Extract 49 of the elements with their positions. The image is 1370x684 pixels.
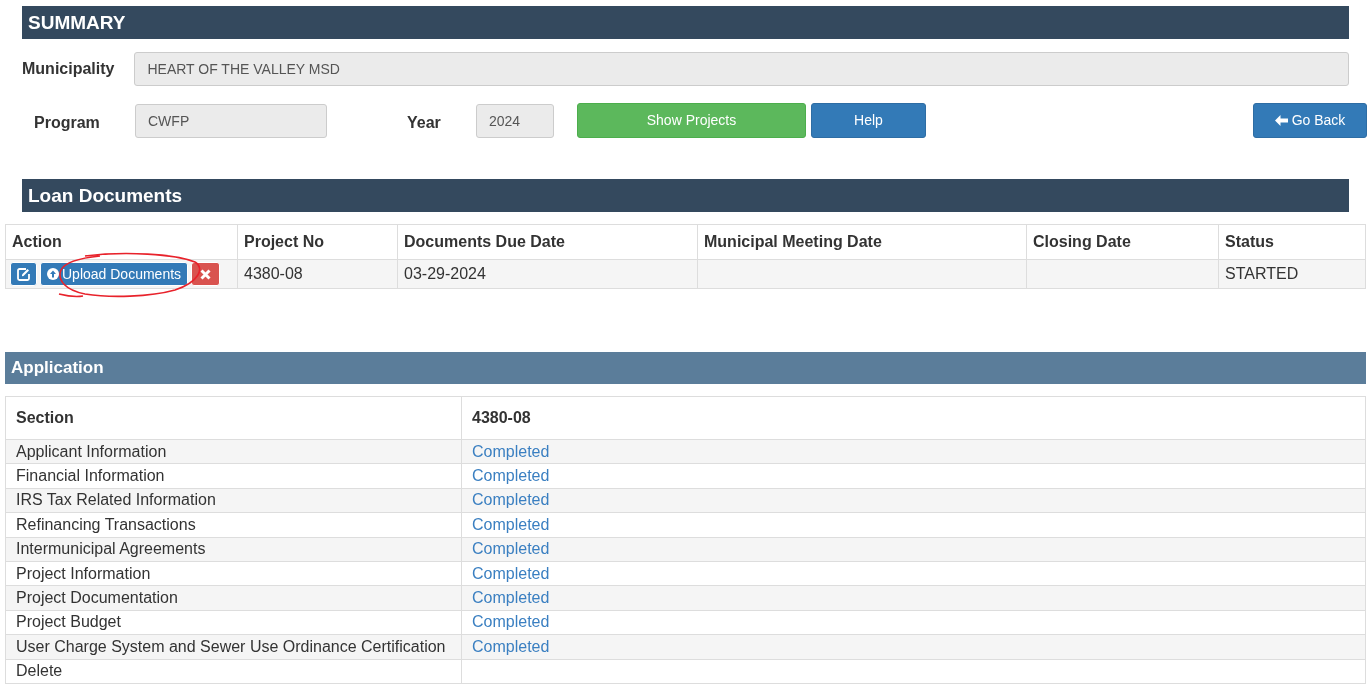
edit-icon <box>17 267 30 281</box>
text-field[interactable]: CWFP <box>135 103 327 138</box>
table-cell: Applicant Information <box>5 439 462 464</box>
table-cell: 03-29-2024 <box>397 259 698 289</box>
table-cell: Financial Information <box>5 463 462 489</box>
column-header: Action <box>5 224 238 260</box>
status-link[interactable]: Completed <box>472 467 550 485</box>
table-cell: Project Budget <box>5 610 462 635</box>
table-cell: IRS Tax Related Information <box>5 488 462 513</box>
table-cell: User Charge System and Sewer Use Ordinance Certification <box>5 634 462 659</box>
column-header: Municipal Meeting Date <box>697 224 1027 260</box>
text-field[interactable]: 2024 <box>476 103 554 138</box>
status-link[interactable]: Completed <box>472 589 550 607</box>
table-cell: Intermunicipal Agreements <box>5 537 462 562</box>
field-label: Program <box>34 112 101 133</box>
table-cell: Delete <box>5 659 462 684</box>
status-link[interactable]: Completed <box>472 491 550 509</box>
section-header: SUMMARY <box>22 6 1349 39</box>
arrow-left-icon <box>1274 115 1288 126</box>
table-cell: Refinancing Transactions <box>5 512 462 538</box>
table-cell: Project Information <box>5 561 462 586</box>
back-button[interactable]: Go Back <box>1253 103 1367 138</box>
table-cell: 4380-08 <box>237 259 398 289</box>
column-header: 4380-08 <box>461 396 1366 440</box>
field-label: Municipality <box>22 59 115 79</box>
upload-icon <box>47 268 59 280</box>
column-header: Status <box>1218 224 1366 260</box>
text-field[interactable]: HEART OF THE VALLEY MSD <box>134 52 1349 86</box>
action-button[interactable]: Show Projects <box>577 103 806 138</box>
column-header: Closing Date <box>1026 224 1219 260</box>
close-icon <box>200 268 212 280</box>
table-cell: STARTED <box>1218 259 1366 289</box>
section-header: Application <box>5 352 1366 384</box>
status-link[interactable]: Completed <box>472 564 550 582</box>
table-cell: Project Documentation <box>5 585 462 611</box>
field-label: Year <box>407 112 442 133</box>
edit-button[interactable] <box>10 262 37 286</box>
status-link[interactable]: Completed <box>472 442 550 460</box>
column-header: Project No <box>237 224 398 260</box>
status-link[interactable]: Completed <box>472 613 550 631</box>
section-header: Loan Documents <box>22 179 1349 212</box>
upload-button[interactable]: Upload Documents <box>40 262 189 286</box>
column-header: Section <box>5 396 462 440</box>
status-link[interactable]: Completed <box>472 540 550 558</box>
column-header: Documents Due Date <box>397 224 698 260</box>
status-link[interactable]: Completed <box>472 515 550 533</box>
delete-button[interactable] <box>191 262 221 286</box>
status-link[interactable]: Completed <box>472 637 550 655</box>
action-button[interactable]: Help <box>811 103 926 138</box>
